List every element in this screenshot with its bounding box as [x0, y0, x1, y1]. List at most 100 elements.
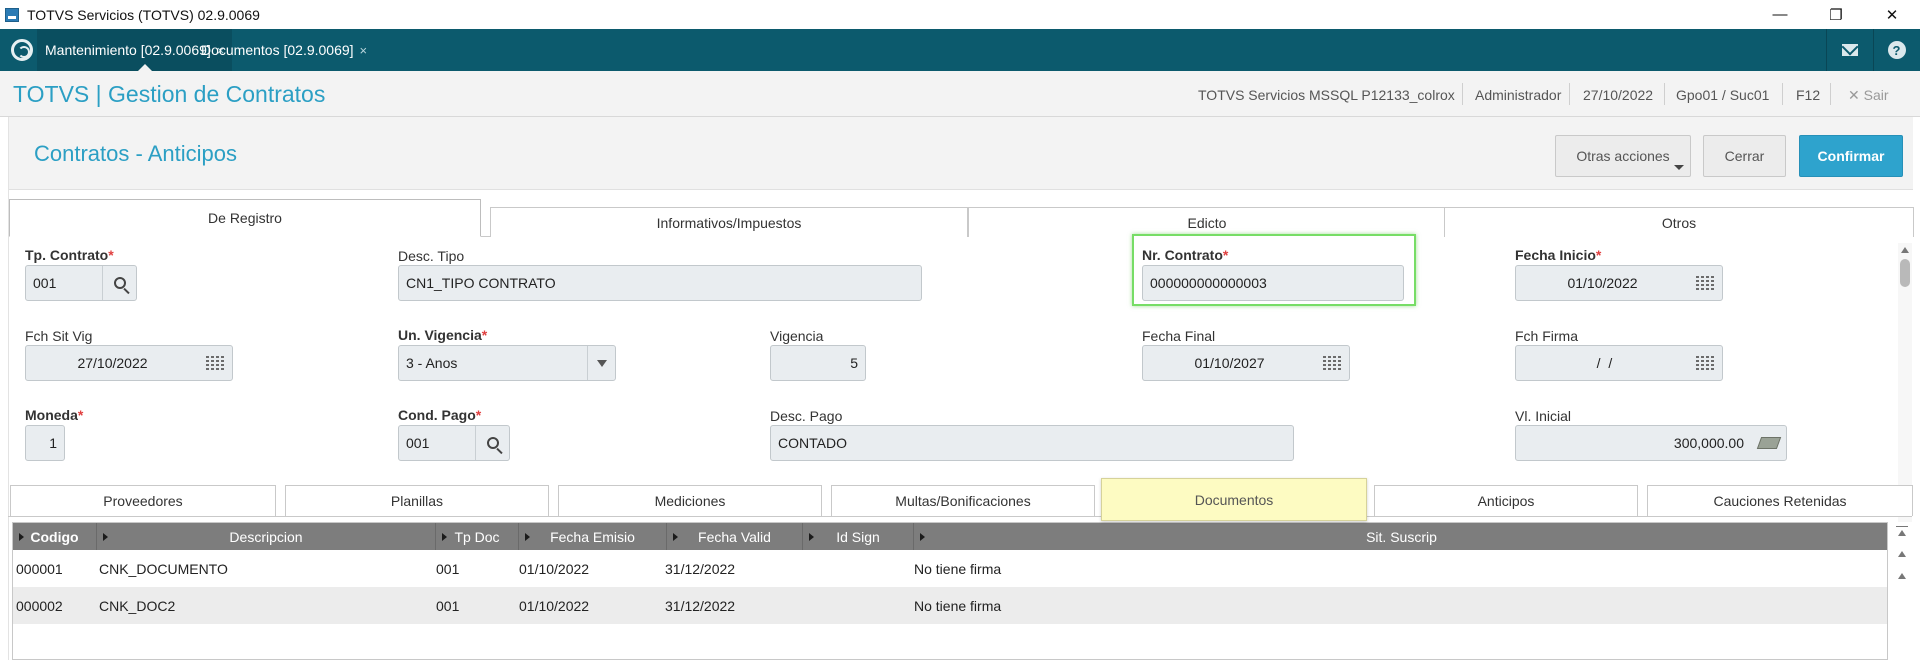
calendar-icon: [206, 356, 224, 370]
tab-cauciones-retenidas[interactable]: Cauciones Retenidas: [1647, 485, 1913, 516]
tab-mediciones[interactable]: Mediciones: [558, 485, 822, 516]
column-header-sit-suscrip[interactable]: Sit. Suscrip: [914, 523, 1887, 550]
table-row[interactable]: 000001 CNK_DOCUMENTO 001 01/10/2022 31/1…: [13, 550, 1887, 587]
user-label[interactable]: Administrador: [1475, 87, 1561, 103]
cond-pago-search-button[interactable]: [475, 426, 509, 460]
confirm-button[interactable]: Confirmar: [1799, 135, 1903, 177]
sort-icon: [525, 533, 530, 541]
tab-label: Documentos [02.9.0069]: [201, 42, 354, 58]
tab-edicto[interactable]: Edicto: [968, 207, 1446, 237]
tab-documentos-grid[interactable]: Documentos: [1101, 478, 1367, 521]
scroll-page-up-icon[interactable]: [1896, 548, 1908, 564]
column-header-descripcion[interactable]: Descripcion: [97, 523, 436, 550]
tab-planillas[interactable]: Planillas: [285, 485, 549, 516]
help-button[interactable]: ?: [1873, 29, 1919, 71]
vigencia-label: Vigencia: [770, 328, 824, 344]
sort-icon: [442, 533, 447, 541]
tab-proveedores[interactable]: Proveedores: [10, 485, 276, 516]
shortcut-label[interactable]: F12: [1796, 87, 1820, 103]
fecha-inicio-label: Fecha Inicio*: [1515, 247, 1602, 263]
vl-inicial-label: Vl. Inicial: [1515, 408, 1572, 424]
cond-pago-label: Cond. Pago*: [398, 407, 482, 423]
column-header-codigo[interactable]: Codigo: [13, 523, 97, 550]
maximize-button[interactable]: ❐: [1808, 0, 1864, 29]
sort-icon: [103, 533, 108, 541]
scroll-top-icon[interactable]: [1896, 526, 1908, 542]
sort-icon: [19, 533, 24, 541]
tab-otros[interactable]: Otros: [1444, 207, 1914, 237]
moneda-input[interactable]: 1: [25, 425, 65, 461]
scroll-up-icon[interactable]: [1896, 570, 1908, 586]
un-vigencia-select[interactable]: 3 - Anos: [398, 345, 616, 381]
search-icon: [113, 277, 126, 289]
fch-sit-vig-input[interactable]: 27/10/2022: [25, 345, 233, 381]
window-titlebar: TOTVS Servicios (TOTVS) 02.9.0069 — ❐ ✕: [0, 0, 1920, 29]
sort-icon: [920, 533, 925, 541]
sort-icon: [673, 533, 678, 541]
column-header-fecha-valid[interactable]: Fecha Valid: [667, 523, 803, 550]
fecha-inicio-input[interactable]: 01/10/2022: [1515, 265, 1723, 301]
close-button[interactable]: Cerrar: [1703, 135, 1786, 177]
header-divider: [1569, 83, 1570, 105]
desc-pago-field: CONTADO: [770, 425, 1294, 461]
exit-button[interactable]: ✕ Sair: [1848, 87, 1889, 104]
tab-multas-bonificaciones[interactable]: Multas/Bonificaciones: [831, 485, 1095, 516]
column-header-tp-doc[interactable]: Tp Doc: [436, 523, 519, 550]
close-icon: ✕: [1848, 87, 1860, 103]
bottom-folder-baseline: [8, 516, 1912, 517]
window-title: TOTVS Servicios (TOTVS) 02.9.0069: [27, 6, 260, 23]
scroll-thumb[interactable]: [1900, 259, 1910, 287]
fecha-final-input[interactable]: 01/10/2027: [1142, 345, 1350, 381]
app-window-icon: [5, 7, 19, 22]
fch-firma-calendar-button[interactable]: [1688, 346, 1722, 380]
environment-label: TOTVS Servicios MSSQL P12133_colrox: [1198, 87, 1455, 103]
un-vigencia-label: Un. Vigencia*: [398, 327, 488, 343]
cell-descripcion: CNK_DOC2: [99, 598, 176, 614]
minimize-button[interactable]: —: [1752, 0, 1808, 29]
help-icon: ?: [1887, 41, 1906, 59]
cell-codigo: 000001: [16, 561, 63, 577]
cell-fecha-valid: 31/12/2022: [665, 598, 736, 614]
vl-inicial-calculator-button[interactable]: [1752, 426, 1786, 460]
other-actions-button[interactable]: Otras acciones: [1555, 135, 1691, 177]
tp-contrato-search-button[interactable]: [102, 266, 136, 300]
vigencia-input[interactable]: 5: [770, 345, 866, 381]
app-header: TOTVS | Gestion de Contratos TOTVS Servi…: [0, 71, 1920, 117]
fecha-final-label: Fecha Final: [1142, 328, 1216, 344]
column-header-id-sign[interactable]: Id Sign: [803, 523, 914, 550]
fch-sit-vig-calendar-button[interactable]: [198, 346, 232, 380]
fecha-inicio-calendar-button[interactable]: [1688, 266, 1722, 300]
totvs-logo-icon[interactable]: [11, 39, 33, 61]
nr-contrato-input[interactable]: 000000000000003: [1142, 265, 1404, 301]
cell-descripcion: CNK_DOCUMENTO: [99, 561, 228, 577]
exit-label: Sair: [1863, 87, 1889, 103]
mail-button[interactable]: [1826, 29, 1872, 71]
tab-anticipos[interactable]: Anticipos: [1374, 485, 1638, 516]
fch-firma-input[interactable]: / /: [1515, 345, 1723, 381]
tp-contrato-input[interactable]: 001: [25, 265, 137, 301]
fecha-final-calendar-button[interactable]: [1315, 346, 1349, 380]
tab-de-registro[interactable]: De Registro: [9, 199, 481, 237]
cond-pago-input[interactable]: 001: [398, 425, 510, 461]
scroll-up-icon[interactable]: [1901, 247, 1909, 253]
tab-documentos[interactable]: Documentos [02.9.0069] ×: [193, 29, 375, 71]
sort-icon: [809, 533, 814, 541]
column-header-fecha-emisio[interactable]: Fecha Emisio: [519, 523, 667, 550]
tab-informativos-impuestos[interactable]: Informativos/Impuestos: [490, 207, 968, 237]
nr-contrato-label: Nr. Contrato*: [1142, 247, 1229, 263]
chevron-down-icon: [596, 359, 607, 367]
mail-icon: [1841, 44, 1858, 56]
close-tab-icon[interactable]: ×: [360, 43, 368, 58]
tab-label: Mantenimiento [02.9.0069]: [45, 42, 211, 58]
cell-codigo: 000002: [16, 598, 63, 614]
date-label[interactable]: 27/10/2022: [1583, 87, 1653, 103]
un-vigencia-dropdown-button[interactable]: [587, 346, 615, 380]
close-window-button[interactable]: ✕: [1864, 0, 1920, 29]
button-label: Otras acciones: [1576, 148, 1670, 164]
table-row[interactable]: 000002 CNK_DOC2 001 01/10/2022 31/12/202…: [13, 587, 1887, 624]
branch-label[interactable]: Gpo01 / Suc01: [1676, 87, 1769, 103]
vl-inicial-input[interactable]: 300,000.00: [1515, 425, 1787, 461]
active-tab-indicator: [138, 64, 152, 71]
grid-header: Codigo Descripcion Tp Doc Fecha Emisio F…: [13, 523, 1887, 550]
header-divider: [1664, 83, 1665, 105]
